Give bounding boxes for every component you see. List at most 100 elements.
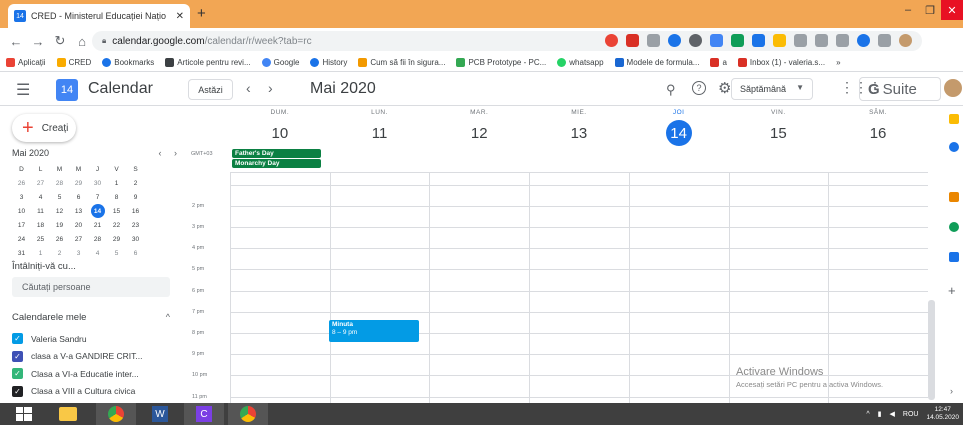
extension-icon[interactable]: [710, 34, 723, 47]
mini-calendar-day[interactable]: 1: [107, 177, 126, 189]
bookmark-item[interactable]: Inbox (1) - valeria.s...: [737, 58, 825, 67]
bookmark-item[interactable]: a: [710, 58, 727, 67]
day-column-header[interactable]: VIN. 15: [729, 106, 829, 146]
day-number[interactable]: 11: [367, 120, 393, 146]
profile-avatar-icon[interactable]: [899, 34, 912, 47]
mini-calendar-day[interactable]: 1: [31, 247, 50, 259]
window-close-button[interactable]: ✕: [941, 0, 963, 20]
main-menu-icon[interactable]: ☰: [16, 80, 30, 100]
extension-icon[interactable]: [668, 34, 681, 47]
bookmark-item[interactable]: History: [310, 58, 347, 67]
extension-icon[interactable]: [605, 34, 618, 47]
allday-event-chip[interactable]: Father's Day: [232, 149, 321, 158]
day-number[interactable]: 16: [865, 120, 891, 146]
bookmark-item[interactable]: Modele de formula...: [614, 58, 699, 67]
mini-calendar-day[interactable]: 29: [107, 233, 126, 245]
addon-icon[interactable]: [949, 192, 959, 202]
browser-tab[interactable]: 14 CRED - Ministerul Educației Națio ✕: [8, 4, 190, 28]
mini-calendar-day[interactable]: 24: [12, 233, 31, 245]
mini-calendar-day[interactable]: 18: [31, 219, 50, 231]
app-taskbar-icon[interactable]: C: [184, 403, 224, 425]
bookmark-item[interactable]: Articole pentru revi...: [165, 58, 251, 67]
bookmark-item[interactable]: Cum să fii în sigura...: [358, 58, 445, 67]
mini-calendar-day[interactable]: 26: [50, 233, 69, 245]
mini-calendar-day[interactable]: 2: [50, 247, 69, 259]
mini-calendar-day[interactable]: 22: [107, 219, 126, 231]
calendar-list-item[interactable]: ✓ Clasa a VI-a Educatie inter...: [12, 365, 182, 383]
search-icon[interactable]: ⚲: [666, 82, 676, 98]
mini-calendar-day[interactable]: 6: [126, 247, 145, 259]
my-calendars-header[interactable]: Calendarele mele ^: [12, 312, 170, 323]
file-explorer-icon[interactable]: [48, 403, 88, 425]
extension-icon[interactable]: [647, 34, 660, 47]
mini-calendar-day[interactable]: 12: [50, 205, 69, 217]
prev-week-button[interactable]: ‹: [246, 80, 251, 96]
checkbox-check-icon[interactable]: ✓: [12, 350, 23, 362]
mini-calendar-day[interactable]: 4: [88, 247, 107, 259]
next-week-button[interactable]: ›: [268, 80, 273, 96]
extension-icon[interactable]: [794, 34, 807, 47]
extension-icon[interactable]: [836, 34, 849, 47]
language-indicator[interactable]: ROU: [903, 411, 919, 418]
day-number[interactable]: 13: [566, 120, 592, 146]
bookmark-item[interactable]: whatsapp: [557, 58, 604, 67]
day-number[interactable]: 14: [665, 120, 692, 146]
mini-calendar-day[interactable]: 20: [69, 219, 88, 231]
back-icon[interactable]: ←: [6, 34, 26, 49]
network-icon[interactable]: ▮: [878, 410, 882, 418]
mini-calendar-day[interactable]: 5: [50, 191, 69, 203]
mini-calendar-day[interactable]: 14: [90, 204, 105, 218]
search-people-input[interactable]: Căutați persoane: [12, 277, 170, 297]
mini-calendar-day[interactable]: 5: [107, 247, 126, 259]
tab-close-icon[interactable]: ✕: [176, 11, 184, 22]
more-bookmarks-button[interactable]: »: [836, 58, 840, 67]
mini-calendar-day[interactable]: 8: [107, 191, 126, 203]
day-column-header[interactable]: MAR. 12: [429, 106, 529, 146]
calendar-list-item[interactable]: ✓ Valeria Sandru: [12, 330, 182, 348]
chrome-taskbar-icon[interactable]: [228, 403, 268, 425]
day-number[interactable]: 10: [267, 120, 293, 146]
help-icon[interactable]: ?: [692, 81, 706, 95]
volume-icon[interactable]: ◀: [890, 410, 895, 418]
word-icon[interactable]: W: [140, 403, 180, 425]
mini-calendar-day[interactable]: 15: [107, 205, 126, 217]
extension-icon[interactable]: [815, 34, 828, 47]
mini-calendar-day[interactable]: 9: [126, 191, 145, 203]
mini-calendar-day[interactable]: 4: [31, 191, 50, 203]
mini-calendar-day[interactable]: 3: [69, 247, 88, 259]
mini-calendar-day[interactable]: 31: [12, 247, 31, 259]
extension-icon[interactable]: [773, 34, 786, 47]
extension-icon[interactable]: [626, 34, 639, 47]
mini-calendar-day[interactable]: 27: [31, 177, 50, 189]
create-button[interactable]: + Creați: [12, 114, 76, 142]
view-selector[interactable]: Săptămână ▼: [731, 78, 813, 100]
home-icon[interactable]: ⌂: [72, 34, 92, 49]
clock[interactable]: 12:47 14.05.2020: [926, 406, 959, 422]
bookmark-item[interactable]: Aplicații: [6, 58, 46, 67]
mini-calendar-day[interactable]: 30: [126, 233, 145, 245]
calendar-list-item[interactable]: ✓ Clasa a VIII a Cultura civica: [12, 383, 182, 401]
mini-calendar-day[interactable]: 27: [69, 233, 88, 245]
day-number[interactable]: 15: [765, 120, 791, 146]
tasks-icon[interactable]: [949, 142, 959, 152]
allday-event-chip[interactable]: Monarchy Day: [232, 159, 321, 168]
mini-calendar-day[interactable]: 2: [126, 177, 145, 189]
mini-calendar-day[interactable]: 3: [12, 191, 31, 203]
day-column-header[interactable]: LUN. 11: [330, 106, 430, 146]
day-number[interactable]: 12: [466, 120, 492, 146]
mini-calendar-day[interactable]: 28: [88, 233, 107, 245]
expand-panel-icon[interactable]: ›: [950, 386, 953, 396]
mini-calendar-day[interactable]: 13: [69, 205, 88, 217]
calendar-list-item[interactable]: ✓ clasa a V-a GANDIRE CRIT...: [12, 348, 182, 366]
extension-icon[interactable]: [689, 34, 702, 47]
day-column-header[interactable]: DUM. 10: [230, 106, 330, 146]
mini-calendar-day[interactable]: 25: [31, 233, 50, 245]
bookmark-item[interactable]: PCB Prototype - PC...: [456, 58, 546, 67]
collapse-chevron-icon[interactable]: ^: [166, 312, 170, 323]
addon-icon[interactable]: [949, 252, 959, 262]
reload-icon[interactable]: ↻: [50, 33, 70, 49]
start-button[interactable]: [4, 403, 44, 425]
checkbox-check-icon[interactable]: ✓: [12, 368, 23, 380]
new-tab-button[interactable]: +: [197, 5, 206, 22]
bookmark-item[interactable]: Bookmarks: [102, 58, 154, 67]
